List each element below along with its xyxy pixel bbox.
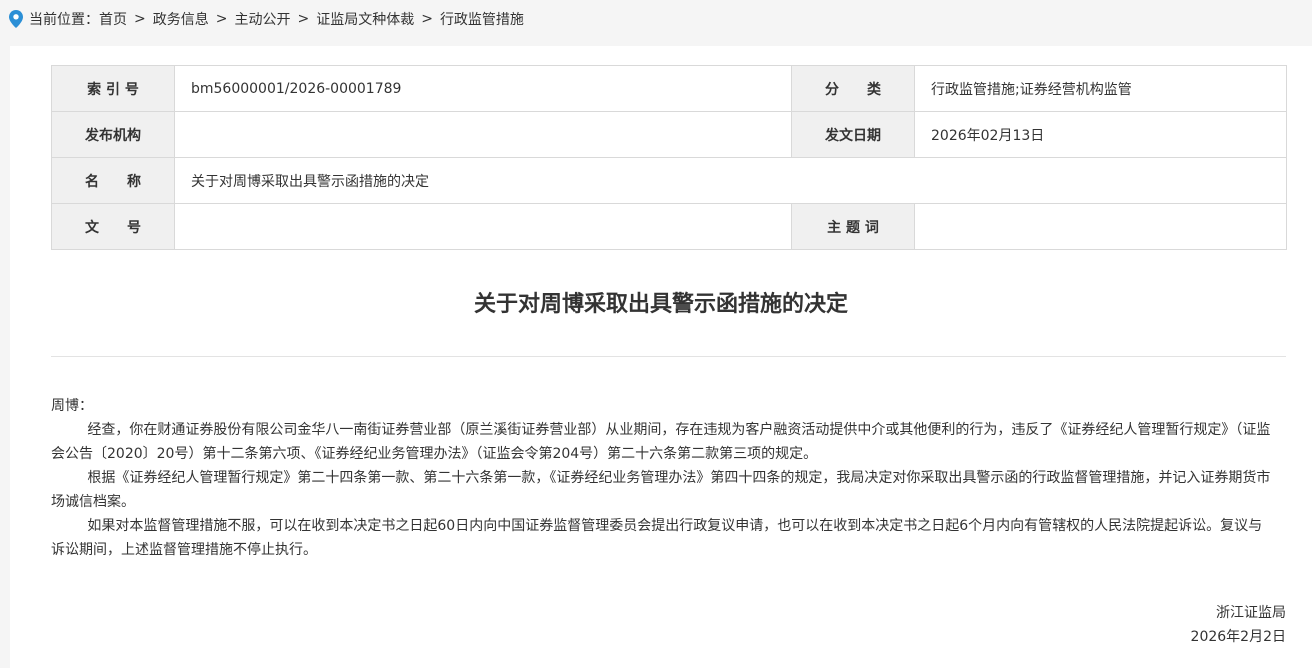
keywords-label: 主 题 词 [791,203,915,250]
sign-date: 2026年2月2日 [1190,629,1286,645]
name-value: 关于对周博采取出具警示函措施的决定 [174,157,1287,204]
title-divider [51,356,1286,357]
body-paragraph: 如果对本监督管理措施不服，可以在收到本决定书之日起60日内向中国证券监督管理委员… [51,518,1263,558]
index-label: 索 引 号 [51,65,175,112]
body-paragraph: 经查，你在财通证券股份有限公司金华八一南街证券营业部（原兰溪街证券营业部）从业期… [51,422,1271,462]
index-value: bm56000001/2026-00001789 [174,65,792,112]
breadcrumb-separator: > [297,11,310,27]
meta-row: 文 号 主 题 词 [51,203,1287,250]
breadcrumb: 当前位置： 首页 > 政务信息 > 主动公开 > 证监局文种体裁 > 行政监管措… [0,0,1312,38]
body-paragraph: 根据《证券经纪人管理暂行规定》第二十四条第一款、第二十六条第一款，《证券经纪业务… [51,470,1271,510]
breadcrumb-separator: > [215,11,228,27]
document-title: 关于对周博采取出具警示函措施的决定 [473,292,848,317]
salutation: 周博： [51,398,93,414]
docno-value [174,203,792,250]
document-body: 周博： 经查，你在财通证券股份有限公司金华八一南街证券营业部（原兰溪街证券营业部… [51,394,1275,562]
breadcrumb-public-disclosure[interactable]: 主动公开 [234,9,290,29]
docno-label: 文 号 [51,203,175,250]
breadcrumb-separator: > [421,11,433,27]
meta-row: 发布机构 发文日期 2026年02月13日 [51,111,1287,158]
issuer-value [174,111,792,158]
breadcrumb-separator: > [134,11,146,27]
breadcrumb-admin-measures[interactable]: 行政监管措施 [440,9,524,29]
breadcrumb-home[interactable]: 首页 [99,9,127,29]
breadcrumb-prefix: 当前位置： [29,12,99,28]
category-label: 分 类 [791,65,915,112]
meta-row: 索 引 号 bm56000001/2026-00001789 分 类 行政监管措… [51,65,1287,112]
issuer-label: 发布机构 [51,111,175,158]
date-value: 2026年02月13日 [914,111,1287,158]
signer: 浙江证监局 [1216,605,1286,621]
breadcrumb-doc-genre[interactable]: 证监局文种体裁 [316,9,414,29]
breadcrumb-gov-info[interactable]: 政务信息 [153,9,209,29]
date-label: 发文日期 [791,111,915,158]
location-pin-icon [9,10,23,28]
meta-row: 名 称 关于对周博采取出具警示函措施的决定 [51,157,1287,204]
document-meta-table: 索 引 号 bm56000001/2026-00001789 分 类 行政监管措… [51,65,1287,250]
category-value: 行政监管措施;证券经营机构监管 [914,65,1287,112]
signature-block: 浙江证监局 2026年2月2日 [1191,601,1286,649]
content-panel: 索 引 号 bm56000001/2026-00001789 分 类 行政监管措… [10,46,1312,668]
name-label: 名 称 [51,157,175,204]
keywords-value [914,203,1287,250]
